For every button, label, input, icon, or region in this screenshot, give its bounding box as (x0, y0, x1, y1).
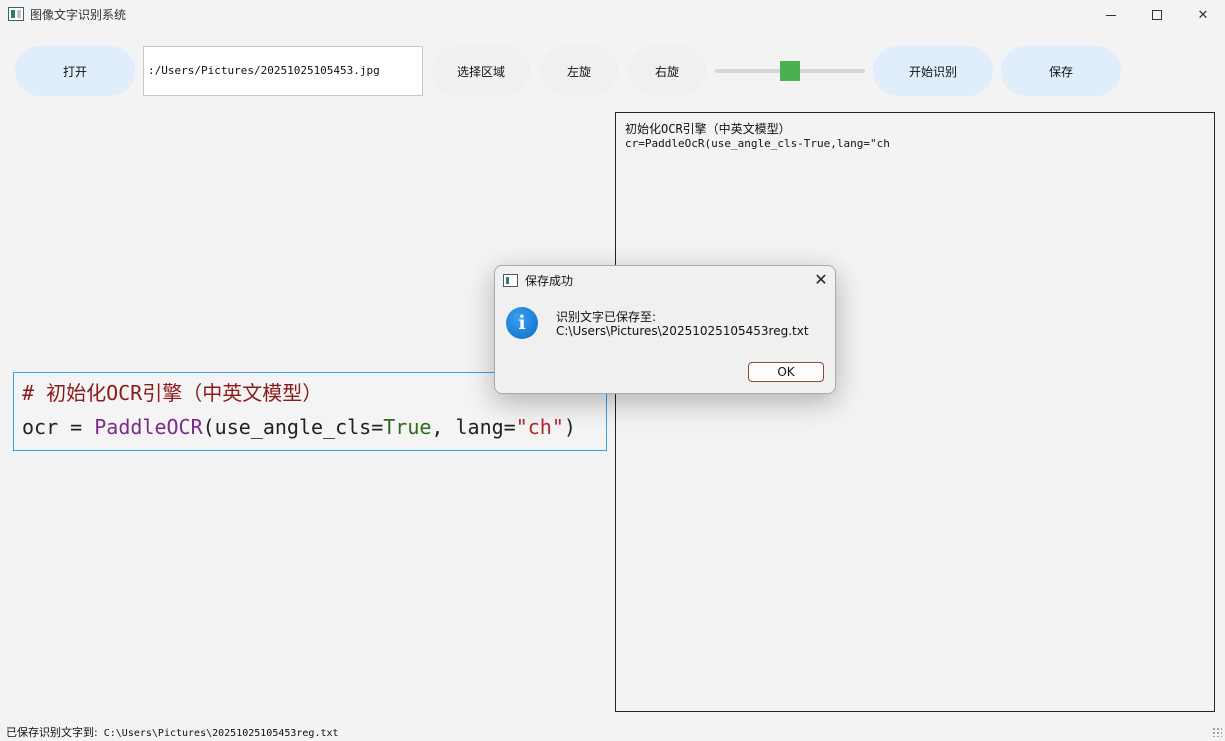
window-title: 图像文字识别系统 (30, 8, 127, 22)
dialog-title: 保存成功 (525, 274, 574, 288)
start-recognition-button[interactable]: 开始识别 (873, 46, 993, 96)
maximize-button[interactable] (1134, 0, 1180, 30)
code-var: ocr (22, 415, 59, 439)
code-op: = (58, 415, 95, 439)
minimize-icon (1106, 14, 1116, 16)
slider-handle[interactable] (780, 61, 800, 81)
open-button[interactable]: 打开 (15, 46, 135, 96)
resize-grip[interactable] (1212, 727, 1222, 737)
code-keyword: True (383, 415, 432, 439)
save-button[interactable]: 保存 (1001, 46, 1121, 96)
image-display-area[interactable]: # 初始化OCR引擎（中英文模型） ocr = PaddleOCR(use_an… (8, 112, 608, 712)
status-prefix: 已保存识别文字到: (6, 726, 98, 739)
dialog-close-button[interactable]: ✕ (811, 270, 831, 290)
image-code-line: ocr = PaddleOCR(use_angle_cls=True, lang… (22, 409, 598, 445)
maximize-icon (1152, 10, 1162, 20)
result-line: cr=PaddleOcR(use_angle_cls-True,lang="ch (625, 137, 890, 150)
rotate-right-button[interactable]: 右旋 (628, 46, 706, 96)
window-close-button[interactable]: ✕ (1180, 0, 1225, 30)
status-bar: 已保存识别文字到: C:\Users\Pictures\202510251054… (0, 721, 1225, 741)
info-icon: i (506, 307, 538, 339)
minimize-button[interactable] (1088, 0, 1134, 30)
code-args-close: ) (563, 415, 576, 439)
ok-button[interactable]: OK (748, 362, 824, 382)
close-icon: ✕ (1197, 7, 1209, 23)
dialog-saved-path: C:\Users\Pictures\20251025105453reg.txt (556, 324, 809, 338)
recognition-result-textbox[interactable]: 初始化OCR引擎（中英文模型） cr=PaddleOcR(use_angle_c… (615, 112, 1215, 712)
status-message: 已保存识别文字到: C:\Users\Pictures\202510251054… (6, 724, 339, 740)
code-args-open: (use_angle_cls= (202, 415, 384, 439)
result-line: 初始化OCR引擎（中英文模型） (625, 122, 791, 136)
rotate-left-button[interactable]: 左旋 (540, 46, 618, 96)
save-success-dialog: 保存成功 ✕ i 识别文字已保存至: C:\Users\Pictures\202… (494, 265, 836, 394)
file-path-field[interactable]: :/Users/Pictures/20251025105453.jpg (143, 46, 423, 96)
dialog-message: 识别文字已保存至: (556, 310, 657, 324)
title-bar: 图像文字识别系统 ✕ (0, 0, 1225, 30)
code-args-mid: , lang= (431, 415, 516, 439)
select-region-button[interactable]: 选择区域 (432, 46, 530, 96)
status-path: C:\Users\Pictures\20251025105453reg.txt (97, 728, 339, 739)
code-fn: PaddleOCR (94, 415, 203, 439)
app-icon (8, 7, 24, 21)
dialog-app-icon (503, 274, 518, 287)
code-string: "ch" (515, 415, 564, 439)
